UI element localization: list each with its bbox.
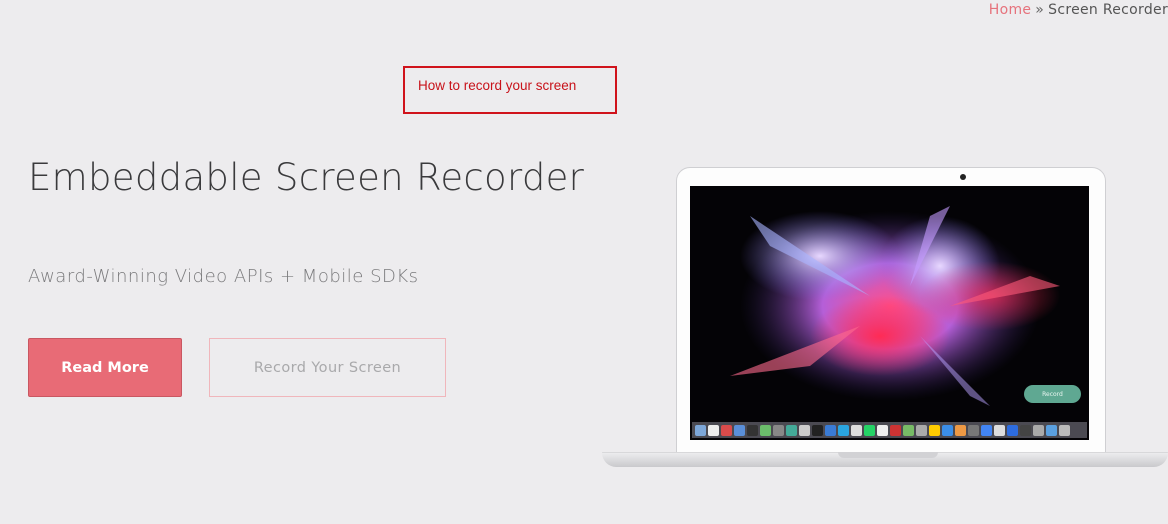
breadcrumb-current: Screen Recorder: [1048, 2, 1168, 18]
hero-title: Embeddable Screen Recorder: [28, 156, 584, 200]
read-more-button[interactable]: Read More: [28, 338, 182, 397]
laptop-screen: Record: [690, 186, 1089, 440]
hero-title-text: Embeddable Screen Recorder: [28, 156, 585, 199]
breadcrumb: Home» Screen Recorder: [989, 2, 1168, 18]
camera-icon: [960, 174, 966, 180]
breadcrumb-home-link[interactable]: Home: [989, 2, 1032, 18]
record-button-on-screen: Record: [1024, 385, 1081, 403]
hero-subtitle: Award-Winning Video APIs + Mobile SDKs: [28, 266, 419, 287]
breadcrumb-separator: »: [1035, 2, 1045, 18]
how-to-record-annotation[interactable]: How to record your screen: [403, 66, 617, 114]
how-to-record-label: How to record your screen: [418, 78, 577, 93]
laptop-notch: [838, 452, 938, 458]
dock-bar: [692, 422, 1087, 438]
laptop-illustration: Record: [602, 167, 1168, 472]
record-your-screen-button[interactable]: Record Your Screen: [209, 338, 446, 397]
